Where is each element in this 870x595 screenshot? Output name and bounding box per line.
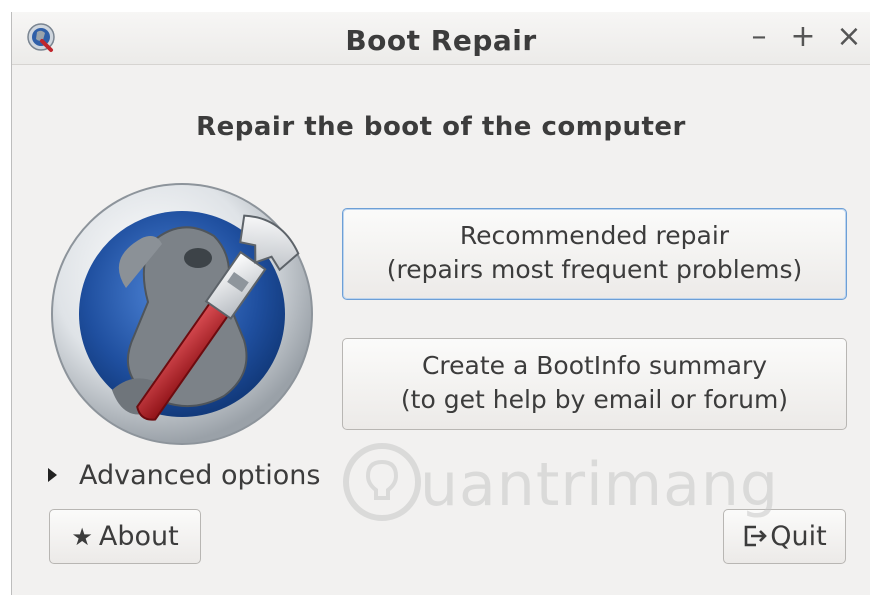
recommended-repair-title: Recommended repair (459, 221, 730, 250)
recommended-repair-subtitle: (repairs most frequent problems) (386, 255, 803, 284)
about-label: About (98, 521, 179, 552)
lightbulb-icon (343, 443, 421, 521)
bootinfo-summary-subtitle: (to get help by email or forum) (400, 385, 789, 414)
quit-button[interactable]: Quit (723, 509, 846, 564)
bootinfo-summary-button[interactable]: Create a BootInfo summary (to get help b… (342, 338, 847, 430)
title-bar[interactable]: Boot Repair – + × (12, 12, 870, 65)
recommended-repair-button[interactable]: Recommended repair (repairs most frequen… (342, 208, 847, 300)
advanced-options-expander[interactable]: Advanced options (48, 458, 320, 494)
about-button[interactable]: ★ About (49, 509, 201, 564)
boot-repair-logo (51, 183, 313, 445)
close-button[interactable]: × (834, 20, 864, 54)
advanced-options-label: Advanced options (79, 460, 321, 491)
star-icon: ★ (71, 523, 93, 551)
maximize-button[interactable]: + (788, 20, 818, 54)
page-heading: Repair the boot of the computer (196, 112, 686, 142)
exit-icon (744, 525, 768, 546)
bootinfo-summary-title: Create a BootInfo summary (421, 351, 768, 380)
boot-repair-window: Boot Repair – + × Repair the boot of the… (11, 12, 870, 595)
quit-label: Quit (770, 521, 827, 552)
window-title: Boot Repair (345, 24, 537, 57)
triangle-right-icon (48, 467, 57, 482)
minimize-button[interactable]: – (744, 20, 774, 54)
